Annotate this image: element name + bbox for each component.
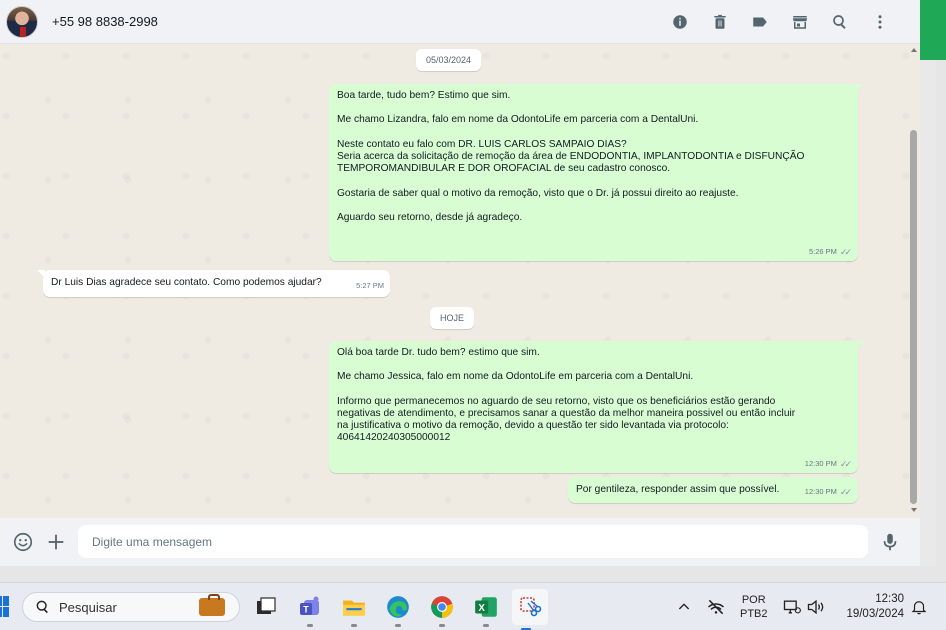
emoji-icon[interactable] — [9, 528, 37, 556]
taskbar-search[interactable]: Pesquisar — [22, 592, 240, 622]
chat-area[interactable]: 05/03/2024 Boa tarde, tudo bem? Estimo q… — [0, 44, 920, 518]
scroll-down-arrow[interactable] — [910, 508, 917, 514]
bubble-tail — [856, 341, 864, 349]
system-clock[interactable]: 12:30 19/03/2024 — [846, 592, 904, 622]
message-bubble-outgoing[interactable]: Por gentileza, responder assim que possí… — [568, 477, 858, 503]
search-icon — [36, 600, 48, 614]
scroll-up-arrow[interactable] — [910, 48, 917, 54]
message-time: 12:30 PM — [804, 486, 837, 496]
whatsapp-window: +55 98 8838-2998 05/03/2024 Boa tarde, t… — [0, 0, 920, 566]
running-indicator — [307, 624, 313, 627]
edge-icon[interactable] — [384, 593, 412, 627]
search-icon[interactable] — [820, 2, 860, 42]
message-input[interactable] — [78, 525, 868, 558]
running-indicator — [351, 624, 357, 627]
message-composer — [0, 518, 920, 566]
running-indicator — [483, 624, 489, 627]
chat-header: +55 98 8838-2998 — [0, 0, 920, 44]
read-ticks-icon: ✓✓ — [839, 246, 852, 257]
message-meta: 12:30 PM ✓✓ — [805, 458, 852, 470]
app-accent-bar — [920, 0, 946, 60]
volume-icon[interactable] — [806, 583, 826, 630]
read-ticks-icon: ✓✓ — [839, 458, 852, 469]
info-icon[interactable] — [660, 2, 700, 42]
contact-number[interactable]: +55 98 8838-2998 — [52, 14, 158, 29]
running-indicator — [439, 624, 445, 627]
message-meta: 5:26 PM ✓✓ — [809, 246, 852, 258]
message-text: Boa tarde, tudo bem? Estimo que sim. Me … — [337, 90, 805, 224]
menu-dots-icon[interactable] — [860, 2, 900, 42]
teams-icon[interactable]: T — [296, 593, 324, 627]
message-time: 5:26 PM — [808, 246, 837, 256]
window-bottom-gap — [0, 566, 946, 582]
message-bubble-outgoing[interactable]: Boa tarde, tudo bem? Estimo que sim. Me … — [329, 84, 864, 261]
task-view-icon[interactable] — [252, 593, 280, 621]
date-chip: 05/03/2024 — [416, 49, 482, 71]
label-icon[interactable] — [740, 2, 780, 42]
message-time: 12:30 PM — [804, 458, 837, 468]
window-edge — [936, 0, 946, 580]
message-bubble-outgoing[interactable]: Olá boa tarde Dr. tudo bem? estimo que s… — [329, 341, 864, 473]
bubble-tail — [856, 84, 864, 92]
tray-overflow-icon[interactable] — [676, 583, 692, 630]
clock-date: 19/03/2024 — [846, 608, 904, 620]
keyboard-layout: PTB2 — [740, 608, 768, 620]
snipping-tool-icon[interactable] — [512, 589, 548, 630]
notification-bell-icon[interactable] — [910, 583, 928, 630]
svg-text:T: T — [303, 605, 309, 615]
language-code: POR — [741, 594, 766, 606]
attach-plus-icon[interactable] — [42, 528, 70, 556]
message-time: 5:27 PM — [356, 280, 384, 290]
monitor-icon[interactable] — [782, 583, 802, 630]
scrollbar-thumb[interactable] — [910, 130, 917, 504]
message-meta: 12:30 PM ✓✓ — [805, 486, 852, 498]
svg-text:X: X — [478, 603, 485, 614]
clock-time: 12:30 — [875, 593, 904, 605]
message-bubble-incoming[interactable]: Dr Luis Dias agradece seu contato. Como … — [37, 270, 390, 297]
language-indicator[interactable]: POR PTB2 — [740, 583, 768, 630]
chrome-icon[interactable] — [428, 593, 456, 627]
read-ticks-icon: ✓✓ — [839, 486, 852, 497]
message-text: Dr Luis Dias agradece seu contato. Como … — [51, 277, 322, 288]
microphone-icon[interactable] — [876, 528, 904, 556]
windows-taskbar: Pesquisar T X POR PTB2 12:30 19/03/2024 — [0, 582, 946, 630]
trash-icon[interactable] — [700, 2, 740, 42]
message-meta: 5:27 PM — [356, 280, 384, 292]
file-explorer-icon[interactable] — [340, 593, 368, 627]
date-chip: HOJE — [430, 307, 475, 329]
bubble-tail — [37, 270, 45, 278]
search-label: Pesquisar — [59, 599, 117, 615]
store-icon[interactable] — [780, 2, 820, 42]
header-actions — [660, 0, 900, 44]
windows-start-icon[interactable] — [0, 596, 10, 618]
running-indicator — [395, 624, 401, 627]
message-text: Olá boa tarde Dr. tudo bem? estimo que s… — [337, 347, 796, 444]
briefcase-icon — [199, 594, 225, 616]
avatar[interactable] — [6, 5, 38, 38]
network-offline-icon[interactable] — [706, 583, 726, 630]
excel-icon[interactable]: X — [472, 593, 500, 627]
